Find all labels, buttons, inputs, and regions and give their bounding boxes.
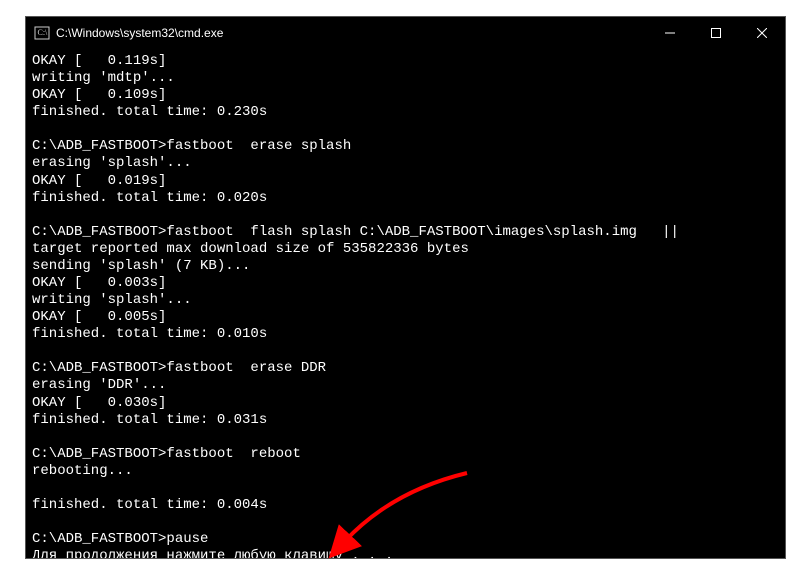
terminal-line: C:\ADB_FASTBOOT>pause [32,531,779,548]
titlebar-buttons [647,17,785,49]
minimize-button[interactable] [647,17,693,49]
terminal-line: C:\ADB_FASTBOOT>fastboot flash splash C:… [32,224,779,241]
terminal-line: finished. total time: 0.004s [32,497,779,514]
terminal-line: finished. total time: 0.031s [32,412,779,429]
cmd-window: C:\ C:\Windows\system32\cmd.exe OKAY [ 0… [25,16,786,559]
svg-text:C:\: C:\ [38,28,49,37]
terminal-line [32,514,779,531]
terminal-line [32,207,779,224]
terminal-line [32,480,779,497]
titlebar[interactable]: C:\ C:\Windows\system32\cmd.exe [26,17,785,49]
maximize-button[interactable] [693,17,739,49]
terminal-line: rebooting... [32,463,779,480]
terminal-line: erasing 'DDR'... [32,377,779,394]
terminal-line [32,429,779,446]
terminal-line: OKAY [ 0.109s] [32,87,779,104]
terminal-output[interactable]: OKAY [ 0.119s]writing 'mdtp'...OKAY [ 0.… [26,49,785,558]
terminal-line: finished. total time: 0.010s [32,326,779,343]
terminal-line [32,121,779,138]
terminal-line: OKAY [ 0.005s] [32,309,779,326]
terminal-line: writing 'splash'... [32,292,779,309]
cmd-icon: C:\ [34,25,50,41]
terminal-line: finished. total time: 0.020s [32,190,779,207]
terminal-line: finished. total time: 0.230s [32,104,779,121]
terminal-line: OKAY [ 0.119s] [32,53,779,70]
close-button[interactable] [739,17,785,49]
terminal-line: OKAY [ 0.019s] [32,173,779,190]
terminal-line: OKAY [ 0.003s] [32,275,779,292]
terminal-line: Для продолжения нажмите любую клавишу . … [32,548,779,558]
terminal-line: target reported max download size of 535… [32,241,779,258]
terminal-line: OKAY [ 0.030s] [32,395,779,412]
terminal-line [32,343,779,360]
terminal-line: C:\ADB_FASTBOOT>fastboot erase splash [32,138,779,155]
terminal-line: C:\ADB_FASTBOOT>fastboot erase DDR [32,360,779,377]
window-title: C:\Windows\system32\cmd.exe [56,26,647,40]
terminal-line: C:\ADB_FASTBOOT>fastboot reboot [32,446,779,463]
terminal-line: erasing 'splash'... [32,155,779,172]
terminal-line: writing 'mdtp'... [32,70,779,87]
terminal-line: sending 'splash' (7 KB)... [32,258,779,275]
